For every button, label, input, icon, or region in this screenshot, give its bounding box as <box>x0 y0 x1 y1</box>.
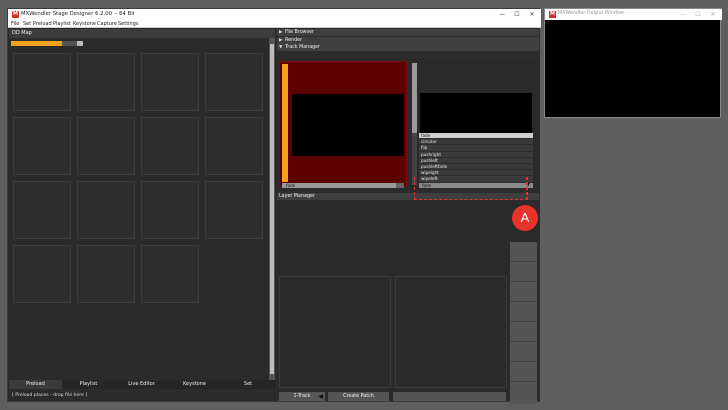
annotation-badge: A <box>512 205 538 231</box>
layer-slot[interactable] <box>510 322 537 342</box>
section-title: File Browser <box>285 29 314 35</box>
track-a[interactable]: fade <box>279 61 407 188</box>
tab-preload[interactable]: Preload <box>9 380 62 389</box>
layer-slot[interactable] <box>510 362 537 382</box>
left-tab-bar: Preload Playlist Live Editor Keystone Se… <box>9 380 275 389</box>
preload-slot[interactable] <box>141 53 199 111</box>
preload-slot[interactable] <box>77 53 135 111</box>
layer-slot[interactable] <box>510 282 537 302</box>
preload-slot[interactable] <box>13 181 71 239</box>
menu-set[interactable]: Set <box>23 21 31 27</box>
maximize-button[interactable]: ☐ <box>691 10 705 19</box>
close-button[interactable]: ✕ <box>525 10 539 19</box>
layer-action-button[interactable] <box>393 392 506 401</box>
layer-manager-area: 1-Track ◀ Create Patch <box>277 201 539 404</box>
crossfade-slider[interactable] <box>412 63 417 185</box>
minimize-button[interactable]: — <box>495 10 509 19</box>
track-a-effect-select[interactable]: fade <box>282 183 404 188</box>
preload-slot[interactable] <box>77 245 135 303</box>
section-title: Render <box>285 37 303 43</box>
preload-slot[interactable] <box>205 117 263 175</box>
menu-bar: File Set Preload Playlist Keystone Captu… <box>8 20 541 28</box>
section-title: Layer Manager <box>279 193 315 199</box>
preload-slot[interactable] <box>13 245 71 303</box>
menu-preload[interactable]: Preload <box>33 21 52 27</box>
left-scrollbar-thumb[interactable] <box>270 44 274 374</box>
preload-slot[interactable] <box>77 181 135 239</box>
maximize-button[interactable]: ☐ <box>510 10 524 19</box>
layer-side-strip[interactable] <box>510 242 537 404</box>
preload-slot[interactable] <box>205 53 263 111</box>
dd-map-progress-fill <box>11 41 63 46</box>
dd-map-header: DD Map <box>9 29 275 38</box>
section-title: Track Manager <box>285 44 321 50</box>
track-a-effect-value: fade <box>286 183 296 188</box>
preload-slot[interactable] <box>141 245 199 303</box>
menu-capture[interactable]: Capture <box>97 21 117 27</box>
menu-file[interactable]: File <box>11 21 19 27</box>
layer-preview-2[interactable] <box>395 276 507 388</box>
layer-slot[interactable] <box>510 262 537 282</box>
collapsed-arrow-icon: ▶ <box>279 30 283 35</box>
section-render[interactable]: ▶ Render <box>277 37 539 44</box>
minimize-button[interactable]: — <box>676 10 690 19</box>
section-file-browser[interactable]: ▶ File Browser <box>277 29 539 36</box>
menu-keystone[interactable]: Keystone <box>73 21 96 27</box>
dd-map-progress[interactable] <box>11 41 81 46</box>
track-count-button[interactable]: 1-Track ◀ <box>279 392 325 401</box>
layer-slot[interactable] <box>510 302 537 322</box>
create-patch-button[interactable]: Create Patch <box>328 392 389 401</box>
preload-slot[interactable] <box>13 117 71 175</box>
window-title: MXWendler Stage Designer 6.2.00 -- 64 Bi… <box>21 11 135 17</box>
tab-keystone[interactable]: Keystone <box>168 380 221 389</box>
crossfade-slider-handle[interactable] <box>412 63 417 133</box>
layer-slot[interactable] <box>510 242 537 262</box>
section-track-manager[interactable]: ▼ Track Manager <box>277 44 539 51</box>
triangle-left-icon: ◀ <box>318 393 323 400</box>
transition-dropdown-list: fade circular flip pushright pushleft pu… <box>419 133 533 183</box>
annotation-connector <box>526 177 527 200</box>
dd-map-progress-handle[interactable] <box>77 41 83 46</box>
status-text: [ Preload places - drop file here ] <box>12 393 88 398</box>
output-title-bar: M MXWendler Output Window — ☐ ✕ <box>545 9 722 20</box>
annotation-highlight <box>414 177 528 200</box>
layer-preview-1[interactable] <box>279 276 391 388</box>
preload-slot[interactable] <box>13 53 71 111</box>
preload-slot[interactable] <box>141 117 199 175</box>
menu-playlist[interactable]: Playlist <box>53 21 71 27</box>
preload-slot[interactable] <box>77 117 135 175</box>
mxw-logo-icon: M <box>549 11 556 18</box>
track-a-effect-arrow-icon[interactable] <box>396 183 404 188</box>
tab-set[interactable]: Set <box>221 380 275 389</box>
output-window: M MXWendler Output Window — ☐ ✕ <box>544 8 722 118</box>
tab-live-editor[interactable]: Live Editor <box>115 380 168 389</box>
status-bar: [ Preload places - drop file here ] <box>9 391 275 401</box>
dd-map-title: DD Map <box>12 30 32 36</box>
left-scrollbar[interactable] <box>269 38 275 388</box>
track-a-level-bar[interactable] <box>282 64 288 182</box>
main-window: M MXWendler Stage Designer 6.2.00 -- 64 … <box>7 8 541 404</box>
expanded-arrow-icon: ▼ <box>279 45 283 50</box>
menu-settings[interactable]: Settings <box>118 21 139 27</box>
tab-playlist[interactable]: Playlist <box>62 380 115 389</box>
preload-slot[interactable] <box>205 181 263 239</box>
output-window-title: MXWendler Output Window <box>558 11 624 16</box>
layer-slot[interactable] <box>510 342 537 362</box>
close-button[interactable]: ✕ <box>706 10 720 19</box>
dd-map-panel: DD Map Preload Playlist Live Editor Keys… <box>9 29 275 401</box>
track-count-label: 1-Track <box>293 394 311 399</box>
preload-slot[interactable] <box>141 181 199 239</box>
track-manager-area: fade fade circular flip pushright pushle… <box>277 59 539 190</box>
track-b[interactable]: fade circular flip pushright pushleft pu… <box>418 61 536 188</box>
track-b-preview <box>420 93 532 133</box>
mxw-logo-icon: M <box>12 11 19 18</box>
collapsed-arrow-icon: ▶ <box>279 38 283 43</box>
track-a-preview <box>292 94 404 156</box>
title-bar: M MXWendler Stage Designer 6.2.00 -- 64 … <box>8 9 541 20</box>
preload-grid <box>13 53 267 307</box>
right-panel: ▶ File Browser ▶ Render ▼ Track Manager … <box>276 29 540 404</box>
